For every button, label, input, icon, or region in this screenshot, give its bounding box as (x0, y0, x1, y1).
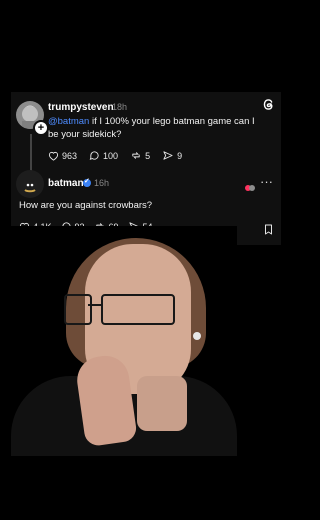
mention-batman[interactable]: @batman (48, 116, 89, 127)
comment-icon[interactable] (89, 150, 100, 161)
threads-logo-icon[interactable] (262, 98, 275, 111)
verified-badge-icon (83, 177, 91, 187)
heart-icon[interactable] (48, 151, 59, 161)
neck (137, 376, 187, 431)
share-count: 9 (177, 150, 183, 161)
comment-action[interactable]: 100 (89, 150, 118, 161)
username-trumpysteven[interactable]: trumpysteven (48, 102, 114, 113)
repost-icon[interactable] (130, 150, 142, 161)
reply-thread-card: + trumpysteven 18h @batman if I 100% you… (11, 92, 281, 245)
bookmark-icon[interactable] (264, 222, 273, 240)
follow-plus-icon[interactable]: + (33, 120, 49, 136)
parent-post[interactable]: + trumpysteven 18h @batman if I 100% you… (11, 92, 281, 172)
share-icon[interactable] (162, 150, 174, 161)
glasses-left-lens (64, 294, 92, 325)
reply-text: How are you against crowbars? (19, 200, 153, 211)
more-options-icon[interactable]: ··· (260, 175, 273, 188)
reply-time: 16h (94, 178, 110, 188)
like-count: 963 (62, 150, 78, 161)
comment-count: 100 (103, 150, 119, 161)
earring (193, 332, 201, 340)
glasses-bridge (88, 304, 102, 306)
avatar-batman[interactable] (16, 170, 44, 198)
video-overlay-person (11, 226, 237, 456)
reaction-indicator-icon (244, 179, 256, 191)
username-batman[interactable]: batman (48, 178, 84, 189)
share-action[interactable]: 9 (162, 150, 182, 161)
repost-action[interactable]: 5 (130, 150, 150, 161)
glasses-right-lens (101, 294, 175, 325)
repost-count: 5 (145, 150, 151, 161)
parent-action-bar: 963 100 5 9 (48, 150, 182, 161)
like-action[interactable]: 963 (48, 151, 77, 161)
post-time: 18h (112, 102, 128, 112)
batman-avatar-icon (22, 179, 38, 193)
parent-post-text: @batman if I 100% your lego batman game … (48, 115, 262, 141)
